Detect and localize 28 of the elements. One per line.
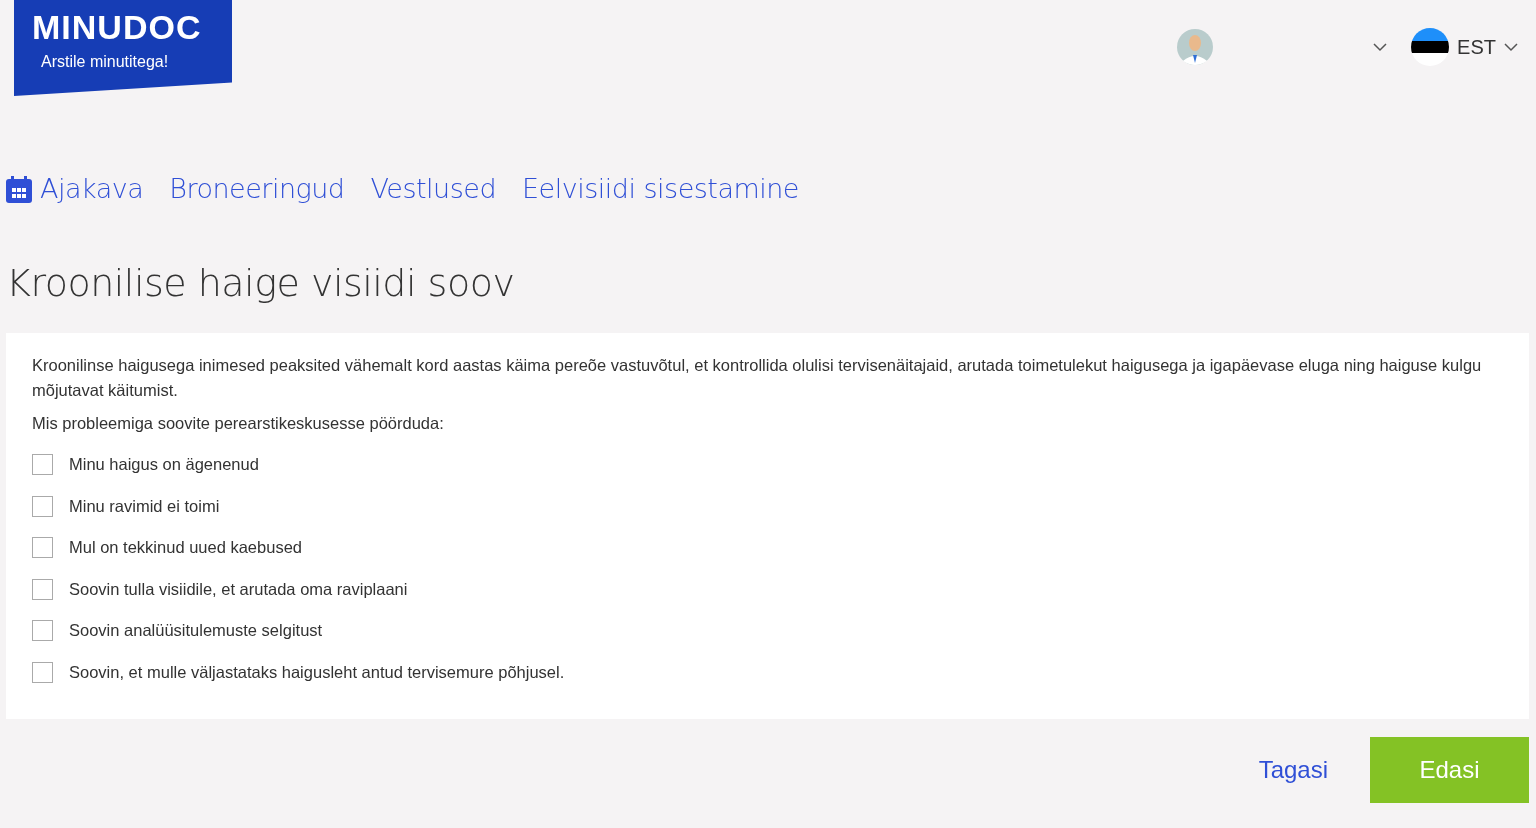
flag-icon[interactable] <box>1411 28 1450 66</box>
nav-link[interactable]: Broneeringud <box>169 169 345 210</box>
nav-link[interactable]: Eelvisiidi sisestamine <box>522 169 799 210</box>
checkbox[interactable] <box>32 661 53 683</box>
language-label[interactable]: EST <box>1457 32 1496 62</box>
option-label: Mul on tekkinud uued kaebused <box>69 537 302 559</box>
avatar-icon <box>1177 29 1214 65</box>
option-label: Soovin, et mulle väljastataks haigusleht antud tervisemure põhjusel. <box>69 661 565 683</box>
logo-text: MINUDOC <box>32 10 202 44</box>
checkbox[interactable] <box>32 578 53 600</box>
checkbox[interactable] <box>32 495 53 517</box>
calendar-icon <box>6 176 32 203</box>
nav-link[interactable]: Vestlused <box>370 169 497 210</box>
checkbox[interactable] <box>32 620 53 641</box>
checkbox[interactable] <box>32 454 53 475</box>
back-link[interactable]: Tagasi <box>1252 750 1334 789</box>
nav-link[interactable]: Ajakava <box>40 169 144 210</box>
checkbox[interactable] <box>32 537 53 558</box>
question-text: Mis probleemiga soovite perearstikeskusesse pöörduda: <box>32 413 445 434</box>
option-label: Soovin analüüsitulemuste selgitust <box>69 620 323 642</box>
option-label: Minu ravimid ei toimi <box>69 495 220 517</box>
option-label: Minu haigus on ägenenud <box>69 454 259 476</box>
page-title: Kroonilise haige visiidi soov <box>6 261 516 307</box>
chevron-down-icon[interactable] <box>1504 42 1518 52</box>
intro-text: Kroonilinse haigusega inimesed peaksited vähemalt kord aastas käima pereõe vastuvõtul, et kontrollida olulisi tervisenäitajaid, arutada toimetulekut haigusega ja igapäevase eluga ning haiguse kulgu mõjutavat käitumist. <box>32 355 1483 401</box>
option-label: Soovin tulla visiidile, et arutada oma raviplaani <box>69 578 408 600</box>
chevron-down-icon[interactable] <box>1373 42 1388 52</box>
logo-tagline: Arstile minutitega! <box>41 52 169 72</box>
